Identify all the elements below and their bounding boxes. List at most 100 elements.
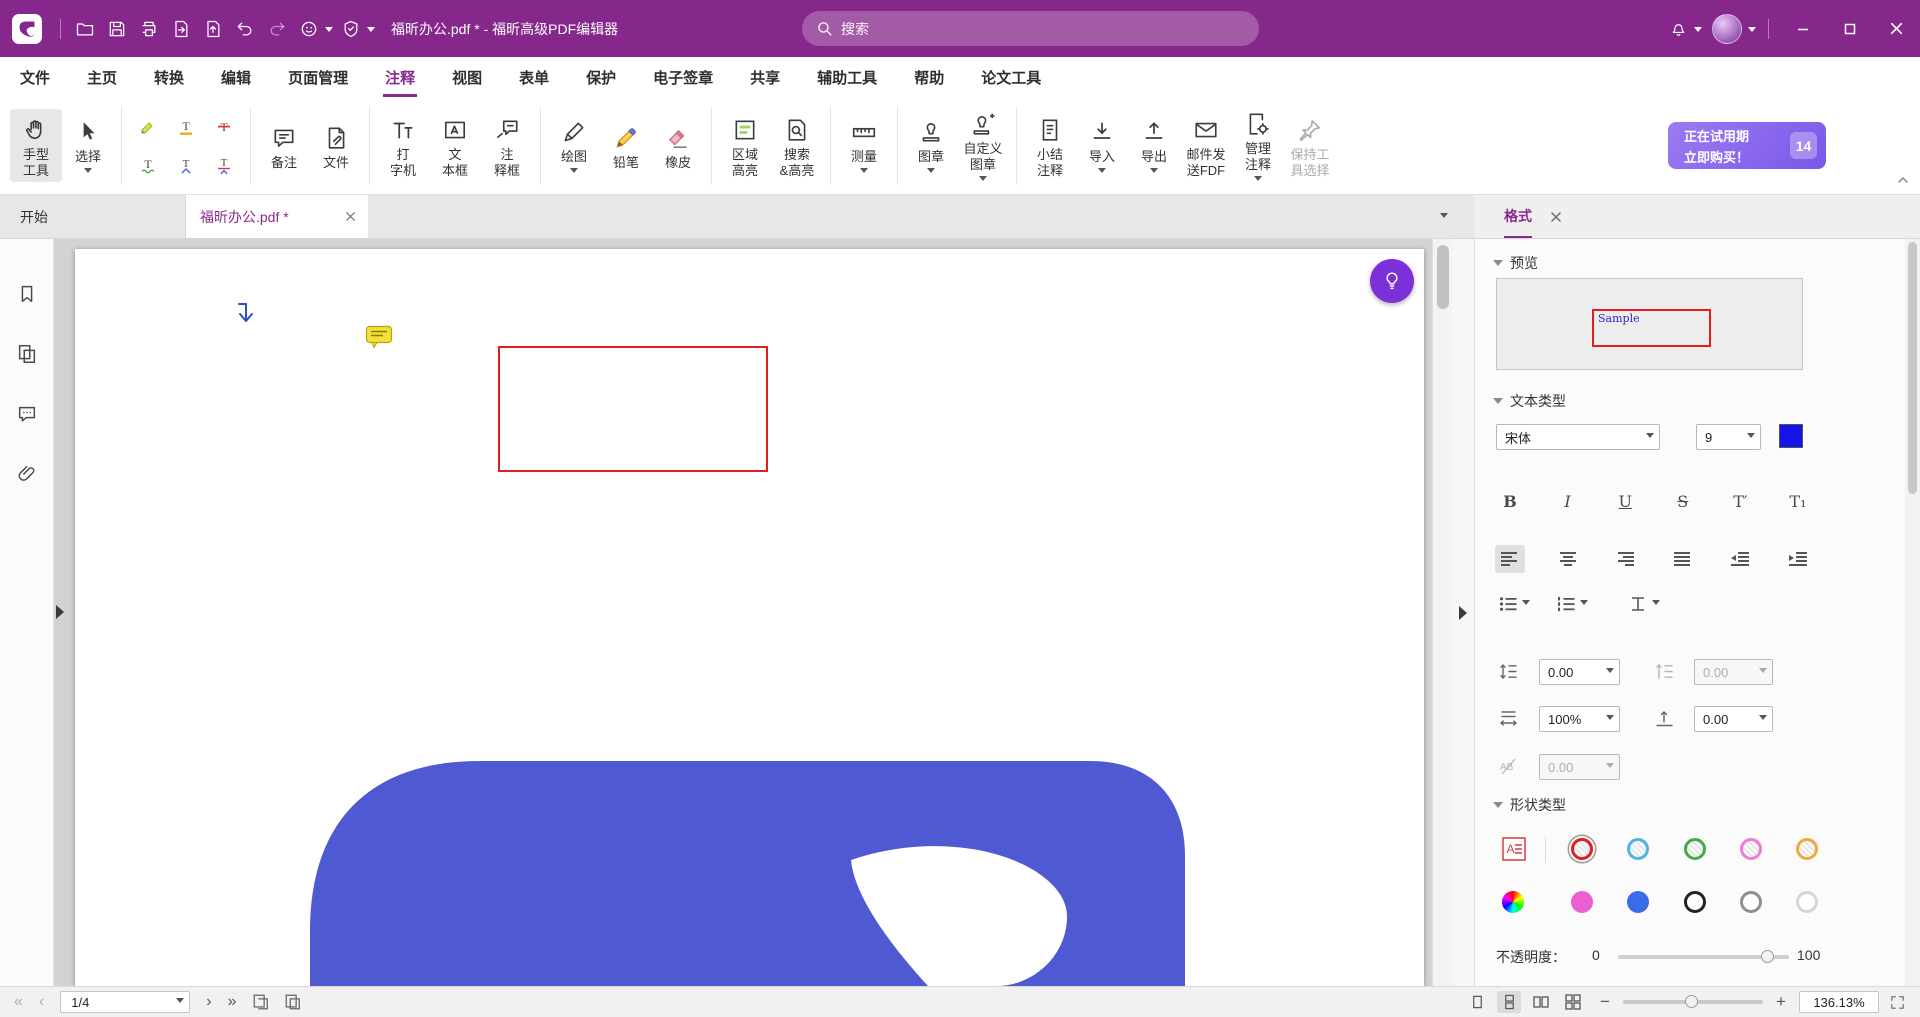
opacity-slider-knob[interactable] (1761, 950, 1774, 963)
callout-button[interactable]: 注 释框 (481, 109, 533, 183)
insert-text-button[interactable]: T (170, 149, 202, 181)
align-center-button[interactable] (1553, 545, 1583, 573)
menu-home[interactable]: 主页 (85, 58, 119, 97)
close-button[interactable] (1873, 0, 1920, 57)
replace-text-button[interactable]: T (208, 149, 240, 181)
highlight-text-button[interactable] (132, 111, 164, 143)
sticky-note-annotation-icon[interactable] (365, 325, 393, 349)
align-left-button[interactable] (1495, 545, 1525, 573)
format-panel-title[interactable]: 格式 (1504, 195, 1532, 238)
caret-annotation-icon[interactable] (233, 301, 259, 331)
decrease-indent-button[interactable] (1725, 545, 1755, 573)
increase-indent-button[interactable] (1783, 545, 1813, 573)
menu-page-organize[interactable]: 页面管理 (286, 58, 350, 97)
facing-continuous-view-button[interactable] (1561, 991, 1585, 1013)
single-page-view-button[interactable] (1465, 991, 1489, 1013)
squiggly-underline-button[interactable]: T (132, 149, 164, 181)
share-document-button[interactable] (197, 13, 229, 45)
shape-swatch-pink-outline[interactable] (1740, 838, 1762, 860)
custom-stamp-button[interactable]: 自定义 图章 (957, 103, 1009, 189)
smart-tip-lightbulb-button[interactable] (1370, 259, 1414, 303)
custom-color-wheel-swatch[interactable] (1502, 891, 1524, 913)
text-direction-control[interactable] (1629, 596, 1660, 612)
shape-swatch-gray-outline[interactable] (1740, 891, 1762, 913)
comments-panel-button[interactable] (10, 397, 44, 431)
shape-type-section-header[interactable]: 形状类型 (1493, 795, 1566, 815)
tab-start[interactable]: 开始 (0, 195, 186, 238)
keep-tool-selected-button[interactable]: 保持工 具选择 (1284, 109, 1336, 183)
email-fdf-button[interactable]: 邮件发 送FDF (1180, 109, 1232, 183)
first-page-button[interactable]: « (14, 994, 23, 1010)
zoom-slider[interactable] (1623, 1000, 1763, 1004)
last-page-button[interactable]: » (228, 994, 237, 1010)
protect-shield-caret-icon[interactable] (367, 27, 375, 36)
previous-page-button[interactable]: ‹ (39, 994, 44, 1010)
global-search[interactable] (802, 11, 1259, 46)
italic-button[interactable]: I (1553, 487, 1583, 515)
shape-swatch-magenta-fill[interactable] (1571, 891, 1593, 913)
eraser-tool-button[interactable]: 橡皮 (652, 117, 704, 174)
clipboard-pages-button[interactable] (284, 993, 302, 1011)
stamp-button[interactable]: 图章 (905, 111, 957, 180)
font-size-select[interactable]: 9 (1696, 424, 1761, 450)
shape-swatch-orange-outline[interactable] (1796, 838, 1818, 860)
manage-comments-button[interactable]: 管理 注释 (1232, 103, 1284, 189)
search-input[interactable] (841, 21, 1245, 37)
bullet-list-control[interactable] (1499, 596, 1530, 612)
typewriter-button[interactable]: 打 字机 (377, 109, 429, 183)
shape-swatch-blue-fill[interactable] (1627, 891, 1649, 913)
menu-comment[interactable]: 注释 (383, 58, 417, 97)
export-comments-button[interactable]: 导出 (1128, 111, 1180, 180)
menu-view[interactable]: 视图 (450, 58, 484, 97)
tab-list-caret-icon[interactable] (1440, 213, 1448, 222)
app-logo-icon[interactable] (12, 14, 42, 44)
redo-button[interactable] (261, 13, 293, 45)
underline-button[interactable]: U (1610, 487, 1640, 515)
align-right-button[interactable] (1610, 545, 1640, 573)
menu-protect[interactable]: 保护 (584, 58, 618, 97)
pencil-tool-button[interactable]: 铅笔 (600, 117, 652, 174)
canvas-vertical-scrollbar[interactable] (1432, 239, 1452, 986)
file-attachment-button[interactable]: 文件 (310, 117, 362, 174)
notification-caret-icon[interactable] (1694, 27, 1702, 36)
save-button[interactable] (101, 13, 133, 45)
panel-scrollbar-thumb[interactable] (1908, 242, 1917, 494)
menu-esign[interactable]: 电子签章 (651, 58, 715, 97)
justify-button[interactable] (1668, 545, 1698, 573)
continuous-view-button[interactable] (1497, 991, 1521, 1013)
format-panel-close-icon[interactable] (1550, 211, 1562, 223)
area-highlight-button[interactable]: 区域 高亮 (719, 109, 771, 183)
collapse-ribbon-button[interactable] (1896, 172, 1910, 190)
import-comments-button[interactable]: 导入 (1076, 111, 1128, 180)
page-number-combo[interactable]: 1/4 (60, 991, 190, 1013)
canvas-scrollbar-thumb[interactable] (1437, 245, 1449, 309)
text-type-section-header[interactable]: 文本类型 (1493, 391, 1566, 411)
summarize-comments-button[interactable]: 小结 注释 (1024, 109, 1076, 183)
panel-vertical-scrollbar[interactable] (1905, 239, 1920, 986)
line-spacing-select[interactable]: 0.00 (1539, 659, 1620, 685)
baseline-offset-select[interactable]: 0.00 (1694, 706, 1773, 732)
zoom-in-button[interactable]: + (1773, 992, 1789, 1012)
document-canvas[interactable] (54, 239, 1432, 986)
account-caret-icon[interactable] (1748, 27, 1756, 36)
pages-panel-button[interactable] (10, 337, 44, 371)
measure-tool-button[interactable]: 测量 (838, 111, 890, 180)
shape-swatch-blue-outline[interactable] (1627, 838, 1649, 860)
facing-view-button[interactable] (1529, 991, 1553, 1013)
select-tool-button[interactable]: 选择 (62, 111, 114, 180)
menu-form[interactable]: 表单 (517, 58, 551, 97)
opacity-slider[interactable] (1618, 955, 1789, 959)
ai-assistant-button[interactable] (293, 13, 325, 45)
print-button[interactable] (133, 13, 165, 45)
paragraph-spacing-select[interactable]: 0.00 (1694, 659, 1773, 685)
menu-file[interactable]: 文件 (18, 58, 52, 97)
ai-assistant-caret-icon[interactable] (325, 27, 333, 36)
fullscreen-button[interactable] (1889, 994, 1906, 1011)
tab-document-active[interactable]: 福昕办公.pdf * (186, 195, 368, 238)
horizontal-scale-select[interactable]: 100% (1539, 706, 1620, 732)
right-panel-toggle-handle[interactable] (1459, 606, 1467, 620)
menu-accessibility[interactable]: 辅助工具 (815, 58, 879, 97)
zoom-out-button[interactable]: − (1597, 992, 1613, 1012)
bold-button[interactable]: B (1495, 487, 1525, 515)
note-comment-button[interactable]: 备注 (258, 117, 310, 174)
